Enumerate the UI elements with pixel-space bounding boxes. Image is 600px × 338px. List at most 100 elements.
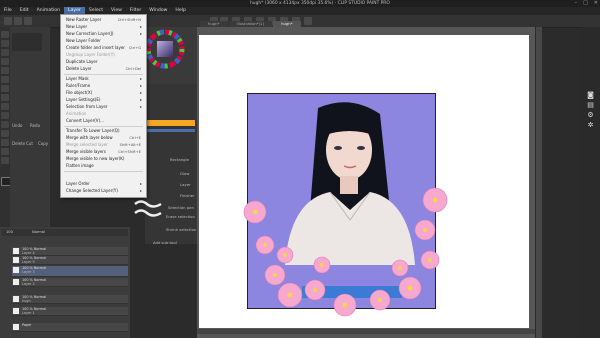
- menu-edit[interactable]: Edit: [16, 7, 33, 15]
- opacity-value[interactable]: 100: [6, 229, 13, 236]
- menu-create-folder-insert[interactable]: Create folder and insert layer Ctrl+G: [66, 45, 144, 51]
- layer-row[interactable]: 100 % Normal Layer 9: [12, 256, 128, 265]
- menu-flatten-image[interactable]: Flatten image: [66, 163, 144, 169]
- menu-label: Animation: [66, 111, 87, 116]
- zoom-tool-icon[interactable]: [1, 31, 9, 38]
- eraser-tool-icon[interactable]: [1, 103, 9, 110]
- menu-new-raster-layer[interactable]: New Raster Layer Ctrl+Shift+N: [66, 17, 144, 23]
- layer-row[interactable]: 100 % Normal Layer 2: [12, 278, 128, 287]
- menu-merge-below[interactable]: Merge with layer below Ctrl+E: [66, 135, 144, 141]
- menu-new-layer-folder[interactable]: New Layer Folder: [66, 38, 144, 44]
- color-wheel[interactable]: [145, 27, 197, 84]
- menu-label: Selection from Layer: [66, 104, 108, 109]
- snap-grid-icon[interactable]: [304, 17, 312, 25]
- cut-label[interactable]: Cut: [26, 141, 33, 146]
- minimize-button[interactable]: –: [575, 0, 578, 7]
- settings-icon[interactable]: ⚙: [586, 111, 595, 119]
- menu-animation: Animation: [66, 111, 144, 117]
- layer-icon[interactable]: ▤: [586, 101, 595, 109]
- menu-label: Merge visible layers: [66, 149, 106, 154]
- submenu-arrow-icon: ▸: [139, 97, 142, 102]
- selection-tool-icon[interactable]: [1, 49, 9, 56]
- menu-layer-mask[interactable]: Layer Mask ▸: [66, 76, 144, 82]
- menu-layer-settings[interactable]: Layer Settings(E) ▸: [66, 97, 144, 103]
- layer-name[interactable]: Layer 1: [22, 311, 35, 315]
- layer-menu-dropdown: New Raster Layer Ctrl+Shift+N New Layer ▸ …: [60, 14, 147, 198]
- sub-tool-panel: Undo Redo Delete Cut Copy: [10, 27, 50, 227]
- brush-tool-icon[interactable]: [1, 85, 9, 92]
- menu-new-correction-layer[interactable]: New Correction Layer(J) ▸: [66, 31, 144, 37]
- submenu-arrow-icon: ▸: [139, 24, 142, 29]
- horizontal-scrollbar[interactable]: [197, 329, 535, 334]
- copy-label[interactable]: Copy: [38, 141, 48, 146]
- submenu-arrow-icon: ▸: [139, 76, 142, 81]
- fill-tool-icon[interactable]: [1, 121, 9, 128]
- menu-file[interactable]: File: [0, 7, 16, 15]
- menu-selection-from-layer[interactable]: Selection from Layer ▸: [66, 104, 144, 110]
- menu-separator: [64, 74, 143, 75]
- menu-convert-layer[interactable]: Convert Layer(V)...: [66, 118, 144, 124]
- menu-shortcut: Ctrl+Del: [125, 67, 141, 71]
- menu-merge-visible-new[interactable]: Merge visible to new layer(K): [66, 156, 144, 162]
- layer-row-paper[interactable]: Paper: [12, 323, 128, 332]
- balloon-tool-icon[interactable]: [1, 157, 9, 164]
- layer-thumbnail: [13, 296, 19, 302]
- pencil-tool-icon[interactable]: [1, 76, 9, 83]
- menu-help[interactable]: Help: [171, 7, 189, 15]
- layer-name[interactable]: Layer 3: [22, 270, 35, 274]
- layer-row[interactable]: 100 % Normal Layer 1: [12, 307, 128, 316]
- save-icon[interactable]: [24, 17, 32, 25]
- submenu-arrow-icon: ▸: [139, 188, 142, 193]
- layer-thumbnail: [13, 267, 19, 273]
- menu-label: Change Selected Layer(Y): [66, 188, 118, 193]
- vertical-scrollbar[interactable]: [536, 27, 542, 338]
- gradient-tool-icon[interactable]: [1, 130, 9, 137]
- layer-row[interactable]: 100 % Normal Layer 4: [12, 247, 128, 256]
- delete-label[interactable]: Delete: [12, 141, 25, 146]
- menu-delete-layer[interactable]: Delete Layer Ctrl+Del: [66, 66, 144, 72]
- pen-tool-icon[interactable]: [1, 67, 9, 74]
- menu-transfer-lower[interactable]: Transfer To Lower Layer(Q): [66, 128, 144, 134]
- layer-name[interactable]: Paper: [22, 323, 32, 327]
- layer-name[interactable]: Layer 4: [22, 251, 35, 255]
- menu-new-layer[interactable]: New Layer ▸: [66, 24, 144, 30]
- figure-tool-icon[interactable]: [1, 139, 9, 146]
- blend-mode-select[interactable]: Normal: [32, 229, 45, 236]
- menu-ruler-frame[interactable]: Ruler/Frame ▸: [66, 83, 144, 89]
- redo-label[interactable]: Redo: [30, 123, 40, 128]
- maximize-button[interactable]: □: [583, 0, 588, 7]
- gear-icon[interactable]: ✲: [586, 121, 595, 129]
- window-controls: – □ ✕: [575, 0, 598, 7]
- menu-label: Merge with layer below: [66, 135, 113, 140]
- layer-name[interactable]: Layer 2: [22, 282, 35, 286]
- airbrush-tool-icon[interactable]: [1, 94, 9, 101]
- add-sub-tool-label[interactable]: Add sub tool: [153, 240, 201, 248]
- menu-layer-order[interactable]: Layer Order ▸: [66, 181, 144, 187]
- undo-label[interactable]: Undo: [12, 123, 22, 128]
- layer-thumbnail: [13, 324, 19, 330]
- menu-file-object[interactable]: File object(X) ▸: [66, 90, 144, 96]
- close-button[interactable]: ✕: [594, 0, 598, 7]
- menu-label: Flatten image: [66, 163, 94, 168]
- new-file-icon[interactable]: [4, 17, 12, 25]
- blend-tool-icon[interactable]: [1, 112, 9, 119]
- menu-shortcut: Ctrl+Shift+E: [118, 150, 141, 154]
- menu-shortcut: Shift+Alt+E: [119, 143, 141, 147]
- move-tool-icon[interactable]: [1, 40, 9, 47]
- layer-row[interactable]: 100 % Normal hugh: [12, 295, 128, 304]
- menu-window[interactable]: Window: [145, 7, 171, 15]
- menu-label: Delete Layer: [66, 66, 92, 71]
- eyedropper-tool-icon[interactable]: [1, 58, 9, 65]
- menu-merge-visible[interactable]: Merge visible layers Ctrl+Shift+E: [66, 149, 144, 155]
- layer-row-selected[interactable]: 100 % Normal Layer 3: [12, 266, 128, 277]
- open-icon[interactable]: [14, 17, 22, 25]
- menu-duplicate-layer[interactable]: Duplicate Layer: [66, 59, 144, 65]
- menu-label: Layer Order: [66, 181, 90, 186]
- color-swatch-bar[interactable]: [147, 120, 195, 126]
- layer-name[interactable]: hugh: [22, 299, 31, 303]
- camera-icon[interactable]: ◙: [586, 91, 595, 99]
- layer-name[interactable]: Layer 9: [22, 260, 35, 264]
- menu-change-selected-layer[interactable]: Change Selected Layer(Y) ▸: [66, 188, 144, 194]
- text-tool-icon[interactable]: [1, 148, 9, 155]
- menu-label: Merge visible to new layer(K): [66, 156, 125, 161]
